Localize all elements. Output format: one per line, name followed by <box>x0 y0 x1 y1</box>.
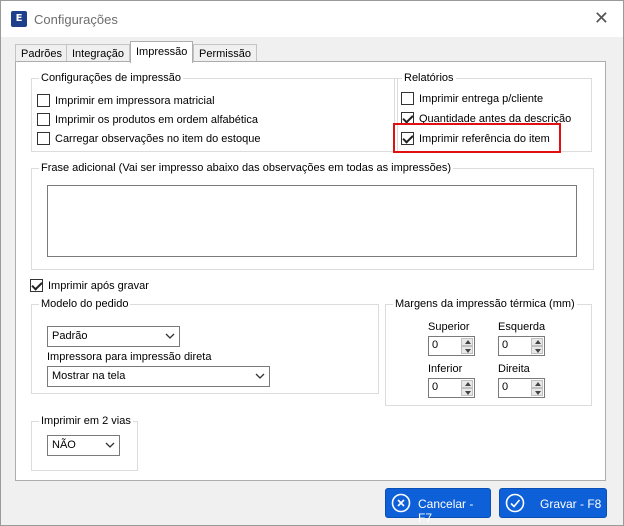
spinner-value: 0 <box>502 339 509 351</box>
print-settings-group: Configurações de impressão Imprimir em i… <box>31 71 398 152</box>
spin-down-icon[interactable] <box>531 346 543 354</box>
order-model-select[interactable]: Padrão <box>47 326 180 347</box>
spin-down-icon[interactable] <box>531 388 543 396</box>
tab-permissao[interactable]: Permissão <box>193 44 257 62</box>
spin-up-icon[interactable] <box>531 380 543 388</box>
spinner-value: 0 <box>432 339 439 351</box>
spinner-value: 0 <box>432 381 439 393</box>
margin-top-label: Superior <box>428 321 470 333</box>
margin-bottom-label: Inferior <box>428 363 463 375</box>
checkbox-box[interactable] <box>30 279 43 292</box>
spinner-value: 0 <box>502 381 509 393</box>
margin-left-label: Esquerda <box>498 321 546 333</box>
checkbox-label: Carregar observações no item do estoque <box>55 133 261 145</box>
thermal-margins-group: Margens da impressão térmica (mm) Superi… <box>385 297 592 406</box>
order-model-group: Modelo do pedido Padrão Impressora para … <box>31 297 379 394</box>
checkbox-box[interactable] <box>37 113 50 126</box>
cancel-circle-icon <box>391 493 411 513</box>
two-copies-select[interactable]: NÃO <box>47 435 120 456</box>
direct-printer-select[interactable]: Mostrar na tela <box>47 366 270 387</box>
settings-window: E Configurações ✕ Padrões Integração Imp… <box>0 0 624 526</box>
additional-phrase-legend: Frase adicional (Vai ser impresso abaixo… <box>39 161 454 175</box>
checkbox-box[interactable] <box>37 94 50 107</box>
save-button-label: Gravar - F8 <box>540 497 602 511</box>
checkbox-box[interactable] <box>37 132 50 145</box>
chevron-down-icon <box>105 442 115 448</box>
tab-integracao[interactable]: Integração <box>66 44 130 62</box>
additional-phrase-group: Frase adicional (Vai ser impresso abaixo… <box>31 161 594 270</box>
spin-up-icon[interactable] <box>531 338 543 346</box>
checkbox-label: Imprimir os produtos em ordem alfabética <box>55 114 258 126</box>
checkbox-label: Imprimir após gravar <box>48 280 149 292</box>
checkbox-box[interactable] <box>401 92 414 105</box>
title-bar: E Configurações ✕ <box>1 1 623 37</box>
chevron-down-icon <box>165 333 175 339</box>
two-copies-value: NÃO <box>52 439 76 451</box>
chevron-down-icon <box>255 373 265 379</box>
checkbox-label: Imprimir entrega p/cliente <box>419 93 544 105</box>
margin-bottom-spinner[interactable]: 0 <box>428 378 475 398</box>
app-logo-icon: E <box>11 11 27 27</box>
cancel-button[interactable]: Cancelar - F7 <box>385 488 491 525</box>
reports-legend: Relatórios <box>402 71 456 85</box>
spin-up-icon[interactable] <box>461 338 473 346</box>
order-model-value: Padrão <box>52 330 88 342</box>
tab-padroes[interactable]: Padrões <box>15 44 68 62</box>
additional-phrase-textarea[interactable] <box>47 185 577 257</box>
highlight-box <box>393 123 561 153</box>
checkbox-label: Imprimir em impressora matricial <box>55 95 215 107</box>
margin-left-spinner[interactable]: 0 <box>498 336 545 356</box>
tab-panel-impressao: Configurações de impressão Imprimir em i… <box>15 61 606 481</box>
print-settings-legend: Configurações de impressão <box>39 71 184 85</box>
thermal-margins-legend: Margens da impressão térmica (mm) <box>393 297 577 311</box>
two-copies-legend: Imprimir em 2 vias <box>39 414 133 428</box>
direct-printer-value: Mostrar na tela <box>52 370 126 382</box>
cancel-button-label: Cancelar - F7 <box>418 497 474 525</box>
tab-impressao[interactable]: Impressão <box>130 41 194 63</box>
margin-right-spinner[interactable]: 0 <box>498 378 545 398</box>
margin-top-spinner[interactable]: 0 <box>428 336 475 356</box>
check-circle-icon <box>505 493 525 513</box>
spin-down-icon[interactable] <box>461 388 473 396</box>
direct-printer-label: Impressora para impressão direta <box>47 351 212 363</box>
spin-up-icon[interactable] <box>461 380 473 388</box>
window-title: Configurações <box>34 12 118 27</box>
close-icon[interactable]: ✕ <box>594 9 609 27</box>
two-copies-group: Imprimir em 2 vias NÃO <box>31 414 138 471</box>
order-model-legend: Modelo do pedido <box>39 297 131 311</box>
spin-down-icon[interactable] <box>461 346 473 354</box>
save-button[interactable]: Gravar - F8 <box>499 488 607 518</box>
margin-right-label: Direita <box>498 363 530 375</box>
